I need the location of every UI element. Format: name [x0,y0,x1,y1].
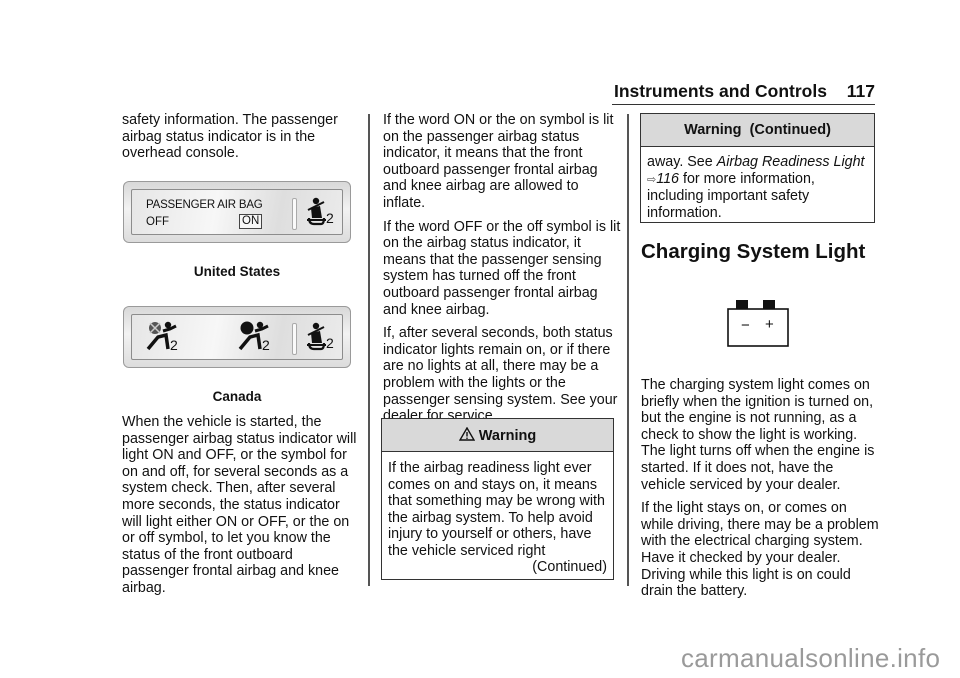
airbag-on-icon: 2 [238,319,278,360]
section-title: Instruments and Controls [614,81,827,101]
warning-body: If the airbag readiness light ever comes… [388,460,605,559]
column-1-lower: When the vehicle is started, the passeng… [122,414,362,604]
column-2: If the word ON or the on symbol is lit o… [383,112,623,432]
body-paragraph: If, after several seconds, both status i… [383,325,618,425]
intro-paragraph: safety information. The passenger airbag… [122,112,338,162]
on-label: ON [239,214,263,229]
figure-caption-canada: Canada [212,389,262,404]
seatbelt-reminder-icon: 2 [304,321,344,360]
battery-plus-sign: + [765,316,774,333]
seat-position-number: 2 [326,335,334,351]
body-paragraph: If the word ON or the on symbol is lit o… [383,112,614,211]
airbag-off-icon: 2 [146,319,186,360]
column-1: safety information. The passenger airbag… [122,112,362,169]
continued-label: (Continued) [532,559,607,575]
warning-box: Warning If the airbag readiness light ev… [381,418,614,580]
figure-caption-us: United States [193,264,281,279]
cross-reference-page[interactable]: 116 [656,171,679,187]
airbag-indicator-figure-us: PASSENGER AIR BAG OFF ON 2 [123,181,351,243]
off-label: OFF [146,216,169,228]
battery-icon: − + [727,300,789,347]
warning-header: Warning [382,419,613,452]
warning-continued-box: Warning (Continued) away. See Airbag Rea… [640,113,875,223]
section-heading: Charging System Light [641,240,866,263]
warning-triangle-icon [458,426,479,444]
indicator-divider [292,198,297,230]
body-paragraph: The charging system light comes on brief… [641,377,875,493]
page-number: 117 [846,81,875,101]
page-reference-arrow-icon: ⇨ [647,173,657,186]
body-paragraph: If the light stays on, or comes on while… [641,500,879,600]
column-divider [627,114,629,586]
seat-position-number: 2 [262,337,270,353]
startup-check-paragraph: When the vehicle is started, the passeng… [122,414,357,596]
seat-position-number: 2 [170,337,178,353]
indicator-divider [292,323,297,355]
warning-title: Warning [478,428,537,444]
passenger-air-bag-label: PASSENGER AIR BAG [146,199,263,211]
warning-header: Warning (Continued) [641,114,874,147]
watermark: carmanualsonline.info [681,643,941,673]
cross-reference-link[interactable]: Airbag Readiness Light [717,154,865,170]
column-divider [368,114,370,586]
body-paragraph: If the word OFF or the off symbol is lit… [383,218,621,318]
column-3-body: The charging system light comes on brief… [641,377,881,607]
indicator-panel: PASSENGER AIR BAG OFF ON 2 [131,189,343,235]
battery-minus-sign: − [741,317,750,334]
warning-body: away. See Airbag Readiness Light ⇨116 fo… [647,154,865,221]
airbag-indicator-figure-canada: 2 2 2 [123,306,351,368]
seatbelt-reminder-icon: 2 [304,196,344,235]
seat-position-number: 2 [326,210,334,226]
indicator-panel: 2 2 2 [131,314,343,360]
page-header: Instruments and Controls 117 [612,80,875,105]
